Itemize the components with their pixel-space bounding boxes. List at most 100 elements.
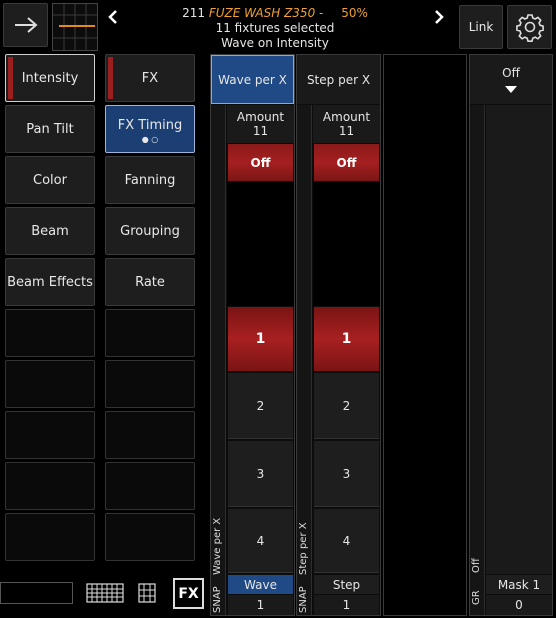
step-snap-label: SNAP	[298, 586, 309, 613]
color-label: Color	[33, 172, 67, 188]
step-amount[interactable]: Amount 11	[313, 105, 380, 143]
mask-dropdown-label: Off	[502, 65, 520, 80]
step-empty-area	[313, 182, 380, 306]
empty-slot[interactable]	[105, 462, 195, 510]
fixture-name: FUZE WASH Z350	[208, 6, 316, 20]
header-info: 211 FUZE WASH Z350 - 50% 11 fixtures sel…	[130, 4, 420, 52]
active-indicator	[8, 57, 13, 99]
chevron-right-icon	[435, 10, 444, 24]
fixture-count: 211	[182, 6, 206, 20]
rate-button[interactable]: Rate	[105, 258, 195, 306]
step-mode-button[interactable]: Step	[314, 575, 379, 594]
wave-snap-label: SNAP	[212, 586, 223, 613]
selection-text: 11 fixtures selected	[215, 21, 335, 35]
empty-slot[interactable]	[5, 309, 95, 357]
triangle-down-icon	[505, 85, 517, 93]
beam-label: Beam	[31, 223, 69, 239]
empty-slot[interactable]	[105, 513, 195, 561]
keyboard-button[interactable]	[86, 583, 124, 603]
grouping-button[interactable]: Grouping	[105, 207, 195, 255]
forward-arrow-button[interactable]	[3, 3, 48, 47]
mask-button[interactable]: Mask 1	[486, 575, 552, 594]
wave-amount-label: Amount	[236, 110, 285, 124]
wave-step-1[interactable]: 1	[228, 307, 293, 371]
wave-mode-value: 1	[228, 595, 293, 615]
command-input[interactable]	[0, 582, 73, 604]
mask-gr-label: GR	[471, 590, 482, 605]
fx-footer-button[interactable]: FX	[173, 578, 204, 609]
wave-step-3[interactable]: 3	[228, 441, 293, 507]
prev-fixture-button[interactable]	[104, 6, 122, 28]
step-mode-value: 1	[314, 595, 379, 615]
step-amount-value: 11	[338, 124, 355, 138]
beam-button[interactable]: Beam	[5, 207, 95, 255]
fanning-button[interactable]: Fanning	[105, 156, 195, 204]
empty-column	[383, 54, 467, 616]
wave-per-x-header[interactable]: Wave per X	[211, 55, 294, 104]
step-step-4[interactable]: 4	[314, 509, 379, 573]
mode-text: Wave on Intensity	[221, 36, 329, 50]
fx-timing-label: FX Timing	[117, 117, 183, 133]
beam-effects-label: Beam Effects	[7, 274, 93, 290]
step-per-x-column: Step per X Step per X SNAP Amount 11 Off…	[296, 54, 381, 616]
settings-button[interactable]	[507, 5, 552, 49]
wave-mode-button[interactable]: Wave	[228, 575, 293, 594]
separator: -	[319, 6, 324, 20]
step-vertical-label: Step per X	[298, 522, 309, 575]
fx-timing-button[interactable]: FX Timing ● ○	[105, 105, 195, 153]
arrow-right-icon	[14, 17, 38, 33]
step-step-1[interactable]: 1	[314, 307, 379, 371]
wave-step-2[interactable]: 2	[228, 373, 293, 439]
page-dots: ● ○	[141, 134, 159, 144]
empty-slot[interactable]	[5, 411, 95, 459]
wave-off-button[interactable]: Off	[228, 144, 293, 181]
keyboard-icon	[86, 583, 124, 603]
link-button[interactable]: Link	[459, 5, 503, 49]
step-off-button[interactable]: Off	[314, 144, 379, 181]
color-button[interactable]: Color	[5, 156, 95, 204]
fanning-label: Fanning	[124, 172, 176, 188]
fx-button[interactable]: FX	[105, 54, 195, 102]
rate-label: Rate	[135, 274, 165, 290]
wave-step-4[interactable]: 4	[228, 509, 293, 573]
wave-vertical-label: Wave per X	[212, 517, 223, 575]
intensity-value: 50%	[341, 6, 368, 20]
empty-slot[interactable]	[5, 462, 95, 510]
grid-button[interactable]	[138, 583, 156, 603]
mask-column: Off Off GR Mask 1 0	[469, 54, 553, 616]
pan-tilt-label: Pan Tilt	[26, 121, 74, 137]
active-indicator	[108, 57, 113, 99]
wave-empty-area	[227, 182, 294, 306]
empty-slot[interactable]	[105, 309, 195, 357]
fx-label: FX	[141, 70, 159, 86]
wave-amount-value: 11	[252, 124, 269, 138]
step-per-x-header[interactable]: Step per X	[297, 55, 380, 104]
empty-slot[interactable]	[105, 411, 195, 459]
mask-value: 0	[486, 595, 552, 615]
step-amount-label: Amount	[322, 110, 371, 124]
mask-dropdown[interactable]: Off	[470, 55, 552, 104]
step-step-3[interactable]: 3	[314, 441, 379, 507]
wave-per-x-column: Wave per X Wave per X SNAP Amount 11 Off…	[210, 54, 295, 616]
preview-graph[interactable]	[52, 3, 98, 51]
empty-slot[interactable]	[105, 360, 195, 408]
intensity-label: Intensity	[21, 70, 79, 86]
step-step-2[interactable]: 2	[314, 373, 379, 439]
beam-effects-button[interactable]: Beam Effects	[5, 258, 95, 306]
mask-area[interactable]	[486, 105, 552, 574]
grid-icon	[138, 583, 156, 603]
gear-icon	[515, 14, 544, 42]
empty-slot[interactable]	[5, 360, 95, 408]
step-per-x-title: Step per X	[306, 72, 371, 87]
next-fixture-button[interactable]	[430, 6, 448, 28]
grouping-label: Grouping	[120, 223, 180, 239]
wave-per-x-title: Wave per X	[218, 72, 287, 87]
chevron-left-icon	[108, 10, 117, 24]
empty-slot[interactable]	[5, 513, 95, 561]
wave-amount[interactable]: Amount 11	[227, 105, 294, 143]
graph-icon	[53, 4, 97, 50]
mask-strip	[470, 105, 485, 615]
pan-tilt-button[interactable]: Pan Tilt	[5, 105, 95, 153]
mask-vertical-label: Off	[471, 558, 482, 573]
intensity-button[interactable]: Intensity	[5, 54, 95, 102]
